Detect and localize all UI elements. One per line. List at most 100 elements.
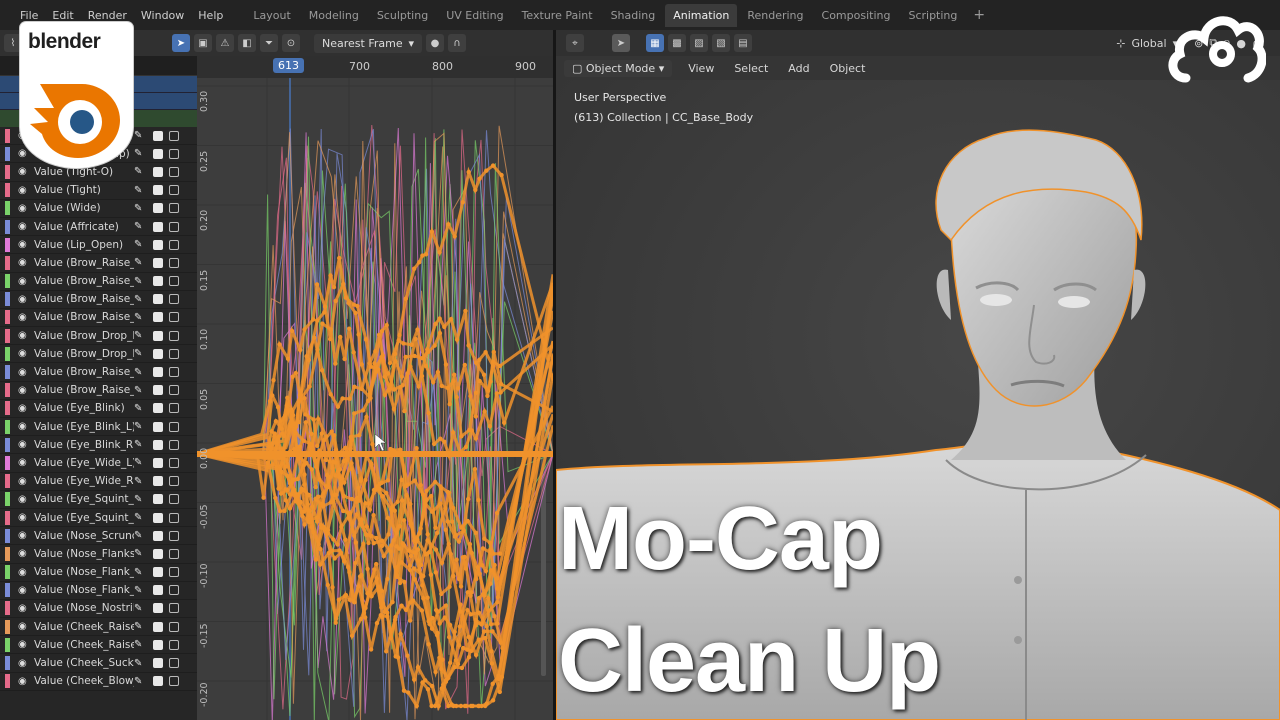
eye-icon[interactable]: ◉ (18, 658, 30, 669)
lock-icon[interactable] (169, 130, 179, 141)
falloff-icon[interactable]: ∩ (448, 34, 466, 52)
checkbox-icon[interactable] (153, 330, 163, 341)
viewport-menu-view[interactable]: View (684, 60, 718, 77)
checkbox-icon[interactable] (153, 439, 163, 450)
channel-row[interactable]: ◉ Value (Brow_Raise_ ✎ (0, 309, 197, 328)
wrench-icon[interactable]: ✎ (134, 257, 148, 268)
checkbox-icon[interactable] (153, 603, 163, 614)
eye-icon[interactable]: ◉ (18, 257, 30, 268)
lock-icon[interactable] (169, 403, 179, 414)
checkbox-icon[interactable] (153, 203, 163, 214)
eye-icon[interactable]: ◉ (18, 367, 30, 378)
select-subtract-icon[interactable]: ▨ (690, 34, 708, 52)
eye-icon[interactable]: ◉ (18, 403, 30, 414)
channel-row[interactable]: ◉ Value (Brow_Drop_L ✎ (0, 327, 197, 346)
eye-icon[interactable]: ◉ (18, 312, 30, 323)
channel-row[interactable]: ◉ Value (Nose_Scrunc ✎ (0, 527, 197, 546)
select-intersect-icon[interactable]: ▤ (734, 34, 752, 52)
checkbox-icon[interactable] (153, 421, 163, 432)
lock-icon[interactable] (169, 294, 179, 305)
wrench-icon[interactable]: ✎ (134, 621, 148, 632)
lock-icon[interactable] (169, 185, 179, 196)
channel-row[interactable]: ◉ Value (Eye_Squint_L ✎ (0, 491, 197, 509)
lock-icon[interactable] (169, 385, 179, 396)
channel-row[interactable]: ◉ Value (Eye_Blink_L) ✎ (0, 418, 197, 437)
timeline-ruler[interactable]: 613 700 800 900 (197, 56, 553, 78)
lock-icon[interactable] (169, 421, 179, 432)
eye-icon[interactable]: ◉ (18, 548, 30, 559)
pivot-icon[interactable]: ⊙ (282, 34, 300, 52)
add-workspace-button[interactable]: + (967, 7, 991, 23)
channel-row[interactable]: ◉ Value (Eye_Wide_L) ✎ (0, 454, 197, 473)
checkbox-icon[interactable] (153, 385, 163, 396)
fcurve-canvas[interactable] (197, 56, 553, 720)
eye-icon[interactable]: ◉ (18, 494, 30, 505)
checkbox-icon[interactable] (153, 621, 163, 632)
wrench-icon[interactable]: ✎ (134, 439, 148, 450)
wrench-icon[interactable]: ✎ (134, 348, 148, 359)
channel-row[interactable]: ◉ Value (Eye_Squint_F ✎ (0, 509, 197, 528)
eye-icon[interactable]: ◉ (18, 221, 30, 232)
menu-help[interactable]: Help (198, 9, 223, 22)
channel-row[interactable]: ◉ Value (Cheek_Raise ✎ (0, 618, 197, 637)
checkbox-icon[interactable] (153, 403, 163, 414)
checkbox-icon[interactable] (153, 494, 163, 505)
wrench-icon[interactable]: ✎ (134, 148, 148, 159)
wrench-icon[interactable]: ✎ (134, 567, 148, 578)
wrench-icon[interactable]: ✎ (134, 512, 148, 523)
viewport-menu-add[interactable]: Add (784, 60, 813, 77)
lock-icon[interactable] (169, 257, 179, 268)
lock-icon[interactable] (169, 148, 179, 159)
channel-row[interactable]: ◉ Value (Brow_Raise_ ✎ (0, 254, 197, 273)
checkbox-icon[interactable] (153, 530, 163, 541)
wrench-icon[interactable]: ✎ (134, 603, 148, 614)
checkbox-icon[interactable] (153, 476, 163, 487)
snap-dropdown[interactable]: Nearest Frame ▾ (314, 33, 422, 53)
wrench-icon[interactable]: ✎ (134, 585, 148, 596)
wrench-icon[interactable]: ✎ (134, 421, 148, 432)
wrench-icon[interactable]: ✎ (134, 130, 148, 141)
wrench-icon[interactable]: ✎ (134, 294, 148, 305)
cursor-select-icon[interactable]: ➤ (172, 34, 190, 52)
eye-icon[interactable]: ◉ (18, 330, 30, 341)
wrench-icon[interactable]: ✎ (134, 330, 148, 341)
checkbox-icon[interactable] (153, 548, 163, 559)
checkbox-icon[interactable] (153, 639, 163, 650)
tab-texture-paint[interactable]: Texture Paint (514, 4, 601, 27)
lock-icon[interactable] (169, 348, 179, 359)
checkbox-icon[interactable] (153, 312, 163, 323)
eye-icon[interactable]: ◉ (18, 276, 30, 287)
lock-icon[interactable] (169, 457, 179, 468)
channel-row[interactable]: ◉ Value (Cheek_Suck) ✎ (0, 654, 197, 673)
lock-icon[interactable] (169, 676, 179, 687)
lock-icon[interactable] (169, 512, 179, 523)
channel-row[interactable]: ◉ Value (Lip_Open) ✎ (0, 236, 197, 255)
channel-row[interactable]: ◉ Value (Tight) ✎ (0, 182, 197, 200)
box-select-icon[interactable]: ▣ (194, 34, 212, 52)
wrench-icon[interactable]: ✎ (134, 367, 148, 378)
channel-row[interactable]: ◉ Value (Brow_Raise_ ✎ (0, 382, 197, 400)
channel-row[interactable]: ◉ Value (Brow_Raise_ ✎ (0, 291, 197, 309)
channel-row[interactable]: ◉ Value (Cheek_Raise ✎ (0, 636, 197, 655)
select-tool-icon[interactable]: ➤ (612, 34, 630, 52)
eye-icon[interactable]: ◉ (18, 348, 30, 359)
checkbox-icon[interactable] (153, 221, 163, 232)
channel-row[interactable]: ◉ Value (Nose_Nostril ✎ (0, 600, 197, 619)
eye-icon[interactable]: ◉ (18, 294, 30, 305)
eye-icon[interactable]: ◉ (18, 166, 30, 177)
normalize-icon[interactable]: ◧ (238, 34, 256, 52)
channel-row[interactable]: ◉ Value (Eye_Blink_R) ✎ (0, 436, 197, 455)
checkbox-icon[interactable] (153, 348, 163, 359)
tab-compositing[interactable]: Compositing (814, 4, 899, 27)
eye-icon[interactable]: ◉ (18, 639, 30, 650)
select-extend-icon[interactable]: ▩ (668, 34, 686, 52)
filter-funnel-icon[interactable]: ⏷ (260, 34, 278, 52)
channel-row[interactable]: ◉ Value (Nose_Flank_L ✎ (0, 564, 197, 582)
checkbox-icon[interactable] (153, 294, 163, 305)
wrench-icon[interactable]: ✎ (134, 185, 148, 196)
channel-row[interactable]: ◉ Value (Brow_Raise_ ✎ (0, 363, 197, 382)
mode-dropdown[interactable]: ▢ Object Mode ▾ (564, 59, 673, 77)
lock-icon[interactable] (169, 239, 179, 250)
select-box-icon[interactable]: ▦ (646, 34, 664, 52)
lock-icon[interactable] (169, 221, 179, 232)
